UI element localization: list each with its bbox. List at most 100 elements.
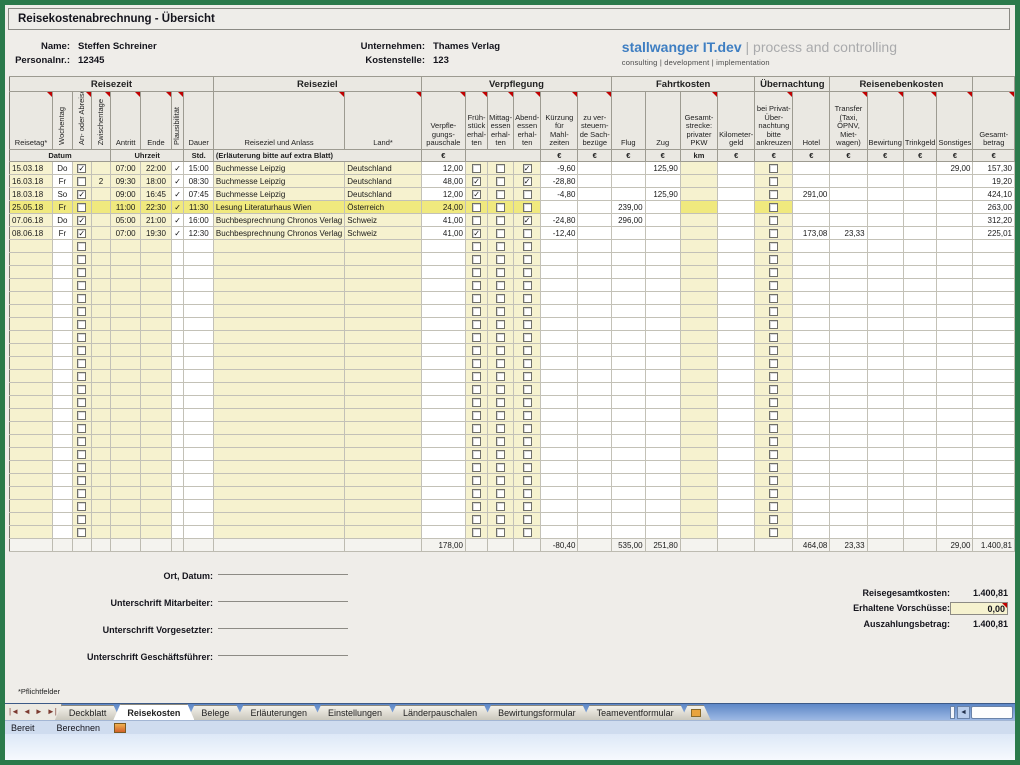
cell-abendessen[interactable]	[514, 435, 541, 448]
abendessen-checkbox[interactable]: ✓	[523, 164, 532, 173]
cell-wochentag[interactable]: Do	[53, 162, 72, 175]
cell-abendessen[interactable]	[514, 279, 541, 292]
cell-privat-uebernachtung[interactable]	[755, 162, 793, 175]
cell-sonstiges[interactable]	[937, 513, 973, 526]
cell-reisetag[interactable]	[10, 487, 53, 500]
mittagessen-checkbox[interactable]	[496, 177, 505, 186]
cell-dauer[interactable]	[184, 526, 213, 539]
privat-uebernachtung-checkbox[interactable]	[769, 463, 778, 472]
cell-mittagessen[interactable]	[488, 253, 514, 266]
cell-gesamtbetrag[interactable]	[973, 383, 1015, 396]
cell-gesamtbetrag[interactable]: 263,00	[973, 201, 1015, 214]
cell-bewirtung[interactable]	[867, 448, 903, 461]
cell-gesamtstrecke-pkw[interactable]	[680, 357, 717, 370]
cell-an-abreise[interactable]	[72, 474, 91, 487]
cell-plausibilitaet[interactable]	[171, 253, 184, 266]
cell-trinkgeld[interactable]	[903, 162, 937, 175]
mittagessen-checkbox[interactable]	[496, 489, 505, 498]
cell-trinkgeld[interactable]	[903, 396, 937, 409]
cell-gesamtbetrag[interactable]	[973, 461, 1015, 474]
cell-kilometergeld[interactable]	[718, 266, 755, 279]
cell-kilometergeld[interactable]	[718, 409, 755, 422]
cell-hotel[interactable]	[793, 279, 830, 292]
cell-ende[interactable]	[141, 370, 171, 383]
cell-kuerzung[interactable]: -9,60	[541, 162, 578, 175]
unterschrift-vorgesetzter-line[interactable]	[218, 617, 348, 629]
cell-ende[interactable]	[141, 266, 171, 279]
cell-wochentag[interactable]: Fr	[53, 227, 72, 240]
cell-sonstiges[interactable]	[937, 227, 973, 240]
privat-uebernachtung-checkbox[interactable]	[769, 502, 778, 511]
privat-uebernachtung-checkbox[interactable]	[769, 177, 778, 186]
an-abreise-checkbox[interactable]	[77, 294, 86, 303]
cell-abendessen[interactable]: ✓	[514, 162, 541, 175]
cell-reiseziel-anlass[interactable]	[213, 344, 344, 357]
privat-uebernachtung-checkbox[interactable]	[769, 164, 778, 173]
cell-trinkgeld[interactable]	[903, 513, 937, 526]
cell-mittagessen[interactable]	[488, 474, 514, 487]
cell-privat-uebernachtung[interactable]	[755, 487, 793, 500]
cell-trinkgeld[interactable]	[903, 253, 937, 266]
cell-wochentag[interactable]	[53, 253, 72, 266]
cell-hotel[interactable]	[793, 500, 830, 513]
an-abreise-checkbox[interactable]	[77, 424, 86, 433]
cell-privat-uebernachtung[interactable]	[755, 279, 793, 292]
cell-abendessen[interactable]	[514, 305, 541, 318]
cell-antritt[interactable]	[110, 383, 140, 396]
an-abreise-checkbox[interactable]	[77, 203, 86, 212]
cell-land[interactable]: Deutschland	[345, 162, 422, 175]
fruehstueck-checkbox[interactable]	[472, 528, 481, 537]
mittagessen-checkbox[interactable]	[496, 346, 505, 355]
next-sheet-button[interactable]: ►	[35, 708, 43, 716]
cell-gesamtstrecke-pkw[interactable]	[680, 383, 717, 396]
fruehstueck-checkbox[interactable]	[472, 385, 481, 394]
cell-antritt[interactable]	[110, 331, 140, 344]
cell-wochentag[interactable]	[53, 318, 72, 331]
cell-zug[interactable]	[645, 357, 680, 370]
cell-privat-uebernachtung[interactable]	[755, 201, 793, 214]
cell-plausibilitaet[interactable]	[171, 292, 184, 305]
mittagessen-checkbox[interactable]	[496, 372, 505, 381]
cell-verpflegungspauschale[interactable]	[421, 526, 465, 539]
cell-abendessen[interactable]	[514, 240, 541, 253]
cell-reisetag[interactable]	[10, 331, 53, 344]
cell-transfer[interactable]	[830, 513, 867, 526]
cell-hotel[interactable]	[793, 253, 830, 266]
cell-kilometergeld[interactable]	[718, 357, 755, 370]
cell-reiseziel-anlass[interactable]: Buchmesse Leipzig	[213, 188, 344, 201]
privat-uebernachtung-checkbox[interactable]	[769, 528, 778, 537]
mittagessen-checkbox[interactable]	[496, 294, 505, 303]
cell-kuerzung[interactable]	[541, 474, 578, 487]
cell-hotel[interactable]	[793, 448, 830, 461]
cell-transfer[interactable]	[830, 370, 867, 383]
cell-gesamtstrecke-pkw[interactable]	[680, 435, 717, 448]
cell-wochentag[interactable]	[53, 513, 72, 526]
cell-land[interactable]	[345, 435, 422, 448]
cell-sonstiges[interactable]	[937, 396, 973, 409]
an-abreise-checkbox[interactable]	[77, 333, 86, 342]
cell-zwischentage[interactable]	[91, 253, 110, 266]
cell-ende[interactable]: 21:00	[141, 214, 171, 227]
cell-abendessen[interactable]	[514, 344, 541, 357]
cell-bewirtung[interactable]	[867, 214, 903, 227]
abendessen-checkbox[interactable]	[523, 333, 532, 342]
cell-mittagessen[interactable]	[488, 266, 514, 279]
cell-wochentag[interactable]: So	[53, 188, 72, 201]
cell-kuerzung[interactable]	[541, 357, 578, 370]
cell-hotel[interactable]	[793, 370, 830, 383]
cell-transfer[interactable]	[830, 214, 867, 227]
cell-mittagessen[interactable]	[488, 448, 514, 461]
cell-zwischentage[interactable]: 2	[91, 175, 110, 188]
privat-uebernachtung-checkbox[interactable]	[769, 242, 778, 251]
cell-gesamtbetrag[interactable]	[973, 487, 1015, 500]
cell-dauer[interactable]	[184, 292, 213, 305]
cell-hotel[interactable]	[793, 266, 830, 279]
cell-sonstiges[interactable]: 29,00	[937, 162, 973, 175]
cell-sachbezuege[interactable]	[578, 292, 612, 305]
cell-gesamtbetrag[interactable]	[973, 292, 1015, 305]
cell-mittagessen[interactable]	[488, 279, 514, 292]
cell-flug[interactable]	[612, 266, 645, 279]
cell-flug[interactable]	[612, 227, 645, 240]
cell-kilometergeld[interactable]	[718, 448, 755, 461]
cell-hotel[interactable]	[793, 331, 830, 344]
